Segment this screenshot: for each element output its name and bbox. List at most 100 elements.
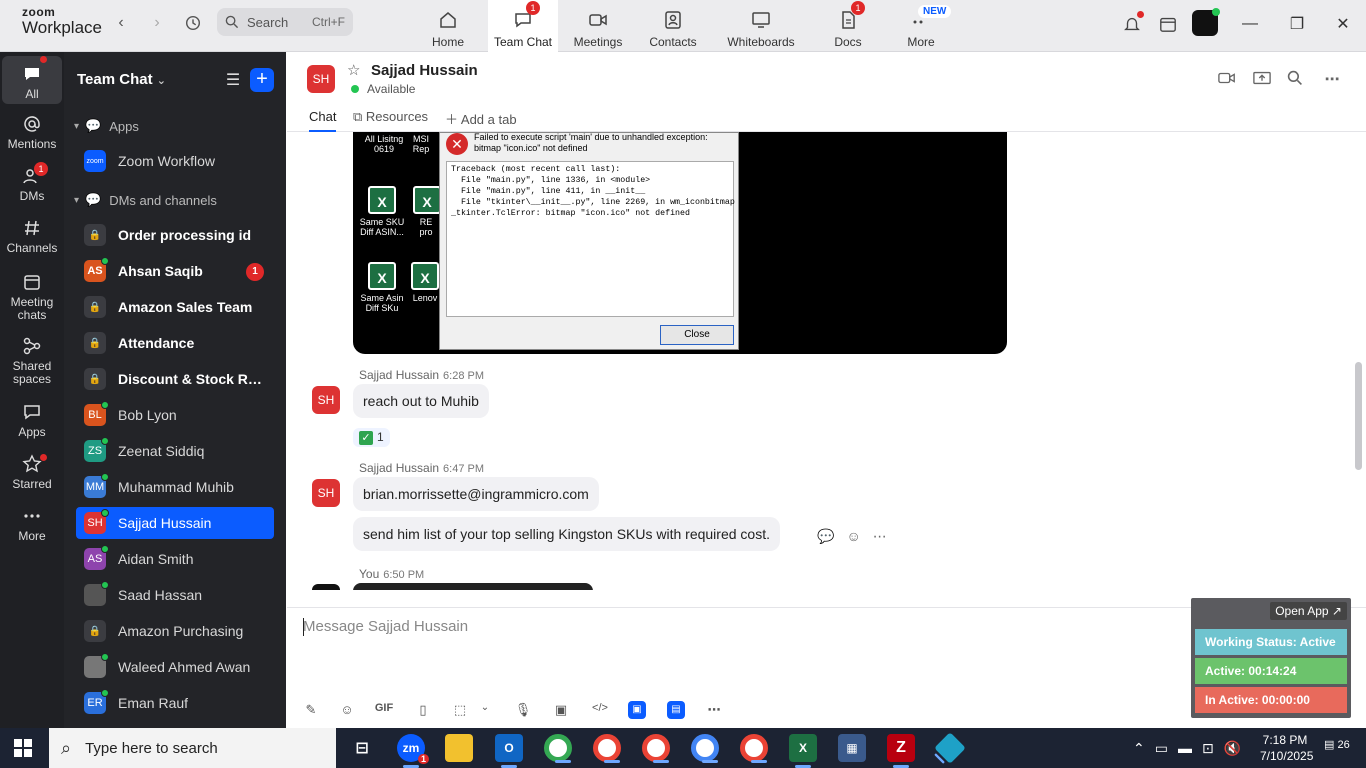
sidebar-item-zoom-workflow[interactable]: zoom Zoom Workflow bbox=[76, 145, 274, 177]
emoji-icon[interactable]: ☺ bbox=[336, 702, 358, 720]
sidebar-item[interactable]: ZS Zeenat Siddiq bbox=[76, 435, 274, 467]
screenshot-icon[interactable]: ⬚ bbox=[449, 702, 471, 720]
sidebar-item[interactable]: Saad Hassan bbox=[76, 579, 274, 611]
tab-chat[interactable]: Chat bbox=[309, 109, 337, 132]
notification-center-icon[interactable]: ▤ 26 bbox=[1324, 738, 1350, 751]
minimize-icon[interactable]: — bbox=[1238, 12, 1262, 36]
filter-icon[interactable]: ☰ bbox=[222, 70, 244, 90]
image-attachment[interactable] bbox=[353, 583, 593, 590]
avatar[interactable] bbox=[1192, 8, 1220, 36]
chevron-down-icon[interactable]: ⌄ bbox=[474, 702, 496, 720]
rail-apps[interactable]: Apps bbox=[2, 402, 62, 439]
tab-resources[interactable]: ⧉ Resources bbox=[353, 109, 428, 132]
history-icon[interactable] bbox=[182, 12, 204, 34]
gif-icon[interactable]: GIF bbox=[373, 702, 395, 720]
open-app-button[interactable]: Open App ↗ bbox=[1270, 602, 1347, 620]
microphone-icon[interactable]: 🎙 bbox=[512, 702, 534, 720]
chrome-icon[interactable] bbox=[691, 734, 719, 763]
format-text-icon[interactable]: ✎ bbox=[300, 702, 322, 720]
app-icon[interactable]: ▣ bbox=[628, 701, 646, 719]
restore-icon[interactable]: ❐ bbox=[1285, 12, 1309, 36]
message-bubble[interactable]: brian.morrissette@ingrammicro.com bbox=[353, 477, 599, 511]
tab-add[interactable]: ＋ Add a tab bbox=[445, 109, 517, 132]
outlook-icon[interactable]: O bbox=[495, 734, 523, 768]
chrome-icon[interactable] bbox=[740, 734, 768, 763]
more-options-icon[interactable]: ⋯ bbox=[873, 528, 887, 545]
calendar-icon[interactable] bbox=[1156, 12, 1180, 36]
taskbar-clock[interactable]: 7:18 PM 7/10/2025 bbox=[1260, 732, 1313, 764]
sidebar-item[interactable]: SH Sajjad Hussain bbox=[76, 507, 274, 539]
sidebar-item[interactable]: 🔒 Amazon Sales Team bbox=[76, 291, 274, 323]
sender-avatar[interactable]: SH bbox=[312, 479, 340, 507]
nav-tab-team-chat[interactable]: 1 Team Chat bbox=[488, 0, 558, 52]
display-icon[interactable]: ▭ bbox=[1155, 740, 1168, 757]
speaker-mute-icon[interactable]: 🔇 bbox=[1224, 740, 1241, 757]
file-explorer-icon[interactable] bbox=[445, 734, 473, 762]
rail-more[interactable]: More bbox=[2, 506, 62, 543]
rail-channels[interactable]: Channels bbox=[2, 218, 62, 255]
scrollbar[interactable] bbox=[1355, 362, 1362, 470]
rail-shared-spaces[interactable]: Shared spaces bbox=[2, 336, 62, 386]
sidebar-item[interactable]: Waleed Ahmed Awan bbox=[76, 651, 274, 683]
back-arrow-icon[interactable]: ‹ bbox=[110, 12, 132, 34]
emoji-reaction-icon[interactable]: ☺ bbox=[846, 528, 860, 545]
sender-avatar[interactable]: SH bbox=[312, 386, 340, 414]
more-options-icon[interactable]: ⋯ bbox=[1321, 70, 1343, 90]
rail-mentions[interactable]: Mentions bbox=[2, 114, 62, 151]
video-call-icon[interactable] bbox=[1216, 70, 1238, 90]
nav-tab-contacts[interactable]: Contacts bbox=[638, 0, 708, 52]
forward-arrow-icon[interactable]: › bbox=[146, 12, 168, 34]
contact-avatar[interactable]: SH bbox=[307, 65, 335, 93]
star-icon[interactable]: ☆ bbox=[347, 61, 360, 79]
rail-all[interactable]: All bbox=[2, 56, 62, 104]
app-icon[interactable] bbox=[934, 732, 966, 764]
taskbar-search[interactable]: ⌕ Type here to search bbox=[49, 728, 336, 768]
sidebar-item[interactable]: 🔒 Discount & Stock Res... bbox=[76, 363, 274, 395]
new-chat-button[interactable]: + bbox=[250, 68, 274, 92]
sidebar-item[interactable]: 🔒 Attendance bbox=[76, 327, 274, 359]
close-icon[interactable]: ✕ bbox=[1331, 12, 1355, 36]
network-icon[interactable]: ⊡ bbox=[1202, 740, 1214, 757]
chevron-up-icon[interactable]: ⌃ bbox=[1133, 740, 1145, 757]
chrome-icon[interactable] bbox=[642, 734, 670, 763]
rail-dms[interactable]: 1 DMs bbox=[2, 162, 62, 203]
nav-tab-home[interactable]: Home bbox=[413, 0, 483, 52]
sidebar-title[interactable]: Team Chat ⌄ bbox=[77, 71, 166, 88]
message-bubble[interactable]: send him list of your top selling Kingst… bbox=[353, 517, 780, 551]
sidebar-item[interactable]: 🔒 Amazon Purchasing bbox=[76, 615, 274, 647]
code-icon[interactable]: </> bbox=[589, 702, 611, 720]
more-options-icon[interactable]: ⋯ bbox=[703, 702, 725, 720]
chrome-icon[interactable] bbox=[593, 734, 621, 763]
filezilla-icon[interactable]: Z bbox=[887, 734, 915, 768]
sidebar-item[interactable]: BL Bob Lyon bbox=[76, 399, 274, 431]
search-box[interactable]: Search Ctrl+F bbox=[217, 8, 353, 36]
rail-meeting-chats[interactable]: Meeting chats bbox=[2, 272, 62, 322]
nav-tab-docs[interactable]: 1 Docs bbox=[813, 0, 883, 52]
contact-name[interactable]: Sajjad Hussain bbox=[371, 62, 478, 79]
excel-icon[interactable]: X bbox=[789, 734, 817, 768]
rail-starred[interactable]: Starred bbox=[2, 454, 62, 491]
sidebar-item[interactable]: ER Eman Rauf bbox=[76, 687, 274, 719]
message-input[interactable]: Message Sajjad Hussain bbox=[303, 618, 468, 635]
video-message-icon[interactable]: ▣ bbox=[550, 702, 572, 720]
image-attachment[interactable]: All Lisitng 0619 X Same SKU Diff ASIN... … bbox=[353, 132, 1007, 354]
sidebar-item[interactable]: AS Aidan Smith bbox=[76, 543, 274, 575]
app-icon[interactable]: ▤ bbox=[667, 701, 685, 719]
zoom-taskbar-icon[interactable]: zm 1 bbox=[397, 734, 429, 768]
share-screen-icon[interactable] bbox=[1251, 70, 1273, 90]
search-icon[interactable] bbox=[1284, 70, 1306, 90]
reaction-chip[interactable]: ✓ 1 bbox=[353, 428, 390, 447]
nav-tab-meetings[interactable]: Meetings bbox=[563, 0, 633, 52]
message-bubble[interactable]: reach out to Muhib bbox=[353, 384, 489, 418]
file-icon[interactable]: ▯ bbox=[412, 702, 434, 720]
sidebar-item[interactable]: MM Muhammad Muhib bbox=[76, 471, 274, 503]
nav-tab-more[interactable]: NEW More bbox=[886, 0, 956, 52]
chrome-icon[interactable] bbox=[544, 734, 572, 763]
calculator-icon[interactable]: ▦ bbox=[838, 734, 866, 762]
windows-start-icon[interactable] bbox=[14, 739, 32, 760]
dm-section-header[interactable]: ▾ 💬 DMs and channels bbox=[74, 192, 217, 208]
sidebar-item[interactable]: AS Ahsan Saqib 1 bbox=[76, 255, 274, 287]
nav-tab-whiteboards[interactable]: Whiteboards bbox=[725, 0, 797, 52]
task-view-icon[interactable]: ⊟ bbox=[348, 734, 376, 762]
sidebar-item[interactable]: 🔒 Order processing id bbox=[76, 219, 274, 251]
